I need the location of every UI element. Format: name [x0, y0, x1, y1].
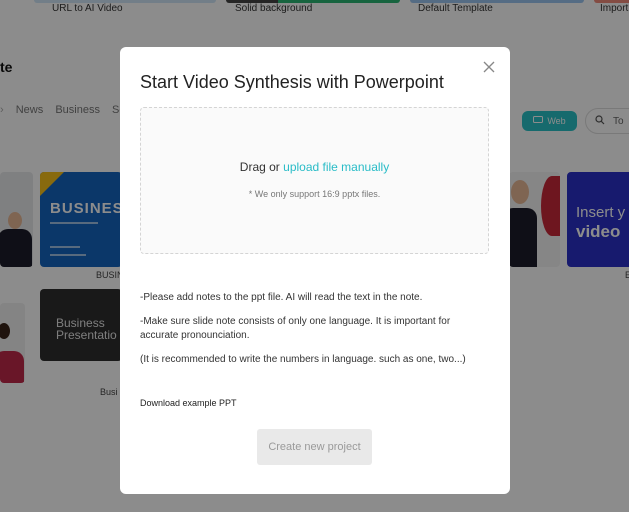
instructions-list: -Please add notes to the ppt file. AI wi…	[140, 291, 490, 377]
instruction-item: (It is recommended to write the numbers …	[140, 354, 466, 365]
create-project-button[interactable]: Create new project	[257, 429, 372, 465]
ppt-upload-dialog: Start Video Synthesis with Powerpoint Dr…	[120, 47, 510, 494]
dropzone-prefix: Drag or	[239, 160, 284, 174]
dropzone-instructions: Drag or upload file manually	[141, 160, 488, 174]
file-format-note: * We only support 16:9 pptx files.	[248, 189, 381, 199]
file-dropzone[interactable]: Drag or upload file manually * We only s…	[140, 107, 489, 254]
instruction-item: -Please add notes to the ppt file. AI wi…	[140, 292, 423, 303]
dialog-title: Start Video Synthesis with Powerpoint	[140, 72, 444, 92]
close-icon	[483, 60, 495, 78]
upload-file-link[interactable]: upload file manually	[283, 160, 389, 174]
close-button[interactable]	[479, 59, 499, 79]
download-example-link[interactable]: Download example PPT	[140, 398, 237, 408]
instruction-item: -Make sure slide note consists of only o…	[140, 316, 451, 341]
